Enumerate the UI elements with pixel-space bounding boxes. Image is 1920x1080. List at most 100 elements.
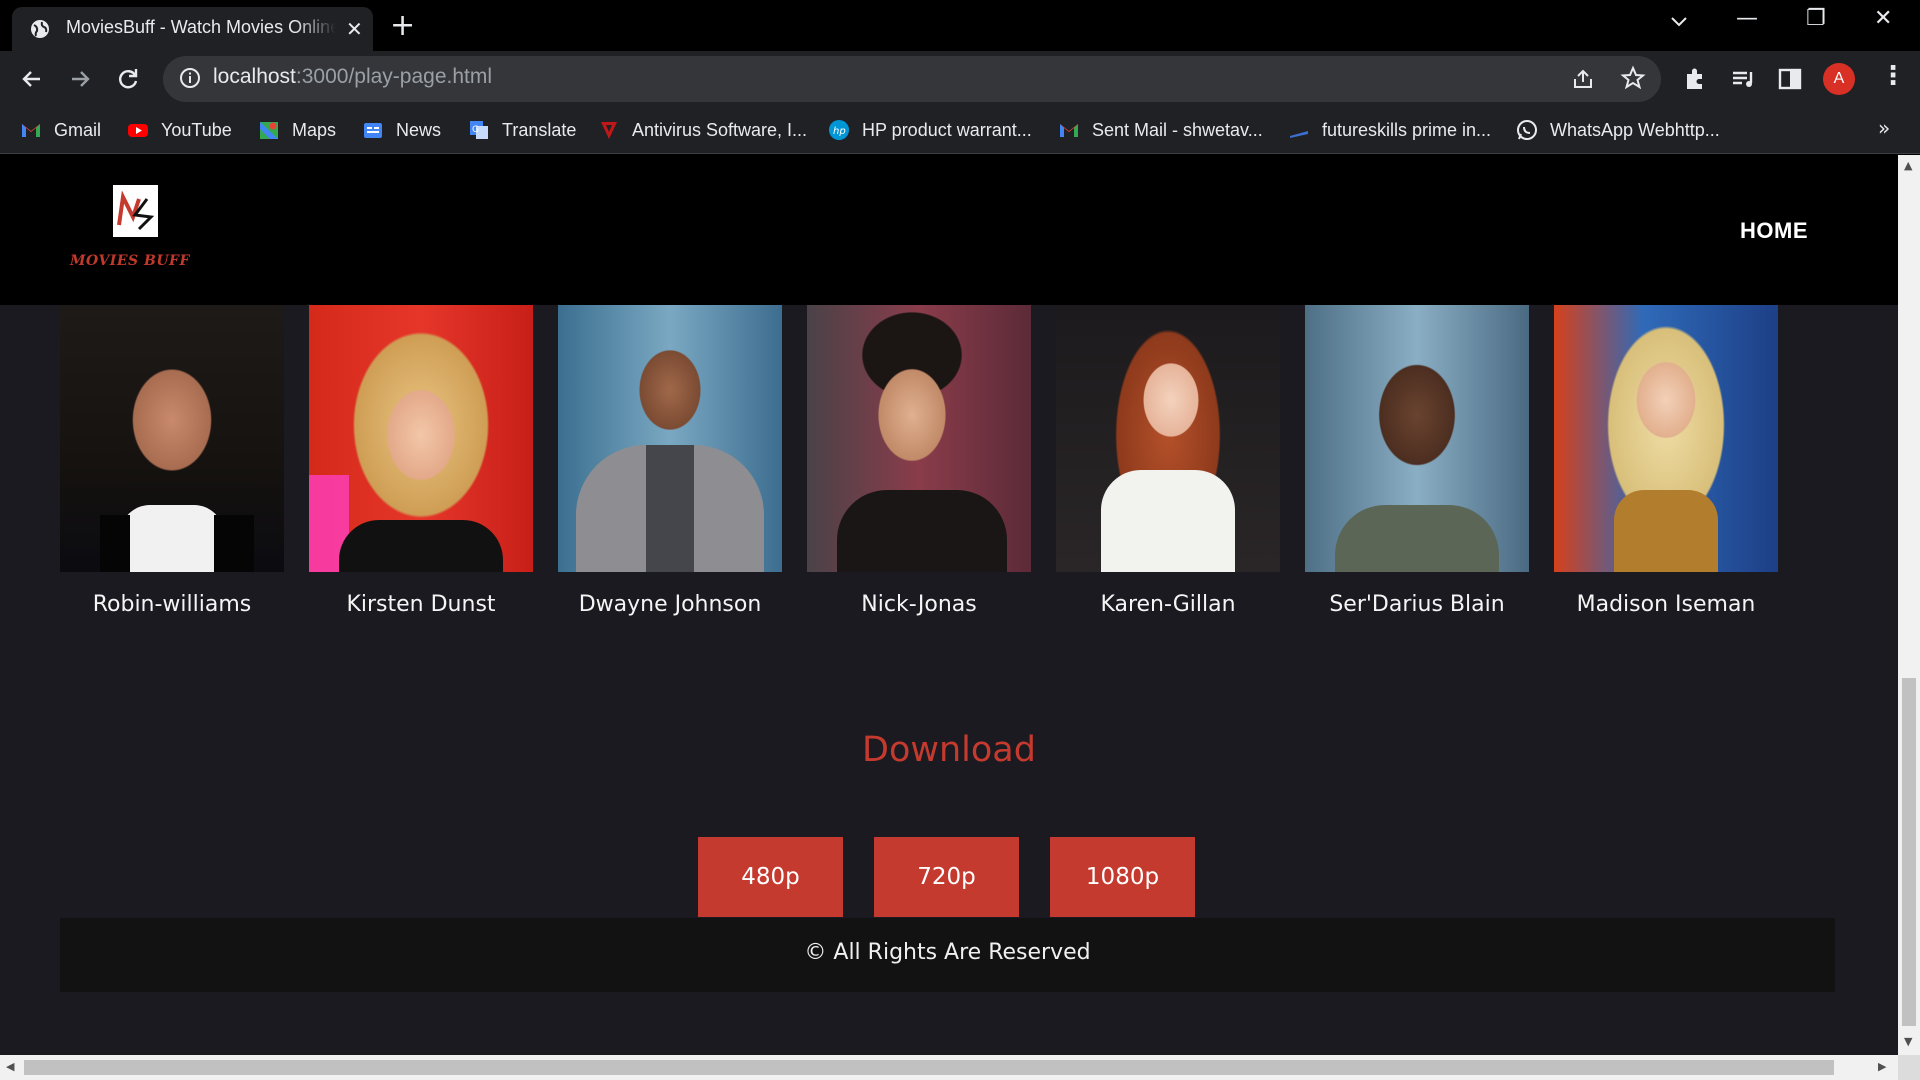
whatsapp-icon <box>1517 120 1537 140</box>
cast-card[interactable]: Dwayne Johnson <box>558 305 782 617</box>
bookmark-gmail[interactable]: Gmail <box>20 116 101 144</box>
cast-name: Robin-williams <box>92 592 252 617</box>
gmail-icon <box>22 124 40 137</box>
profile-avatar[interactable]: A <box>1823 63 1855 95</box>
site-header: MOVIES BUFF HOME <box>0 155 1898 305</box>
bookmark-hp[interactable]: hp HP product warrant... <box>828 116 1032 144</box>
cast-name: Dwayne Johnson <box>578 592 762 617</box>
browser-tab[interactable]: MoviesBuff - Watch Movies Online ✕ <box>12 7 373 51</box>
reload-icon[interactable] <box>114 65 142 93</box>
forward-arrow-icon[interactable] <box>66 65 94 93</box>
browser-menu-icon[interactable]: ⋮ <box>1880 61 1906 91</box>
logo-mark-icon <box>117 190 155 231</box>
bookmark-translate[interactable]: G Translate <box>468 116 576 144</box>
translate-icon: G <box>470 121 488 139</box>
tab-close-button[interactable]: ✕ <box>346 17 363 41</box>
horizontal-scrollbar[interactable]: ◀ ▶ <box>0 1055 1898 1080</box>
cast-photo <box>558 305 782 572</box>
hp-icon: hp <box>829 120 849 140</box>
cast-name: Karen-Gillan <box>1100 592 1236 617</box>
bookmark-label: Translate <box>502 119 577 140</box>
bookmarks-bar: Gmail YouTube Maps News G Translate Anti… <box>0 106 1920 154</box>
cast-name: Ser'Darius Blain <box>1329 592 1505 617</box>
download-1080p-button[interactable]: 1080p <box>1050 837 1195 917</box>
svg-text:G: G <box>472 125 479 135</box>
cast-photo <box>60 305 284 572</box>
cast-card[interactable]: Ser'Darius Blain <box>1305 305 1529 617</box>
site-logo[interactable]: MOVIES BUFF <box>68 185 203 285</box>
extensions-puzzle-icon[interactable] <box>1681 65 1709 93</box>
side-panel-icon[interactable] <box>1776 65 1804 93</box>
url-text: localhost:3000/play-page.html <box>213 65 492 89</box>
tab-search-chevron-icon[interactable] <box>1668 10 1690 32</box>
globe-icon <box>31 20 49 38</box>
vertical-scrollbar[interactable]: ▲ ▼ <box>1898 155 1920 1055</box>
bookmark-star-icon[interactable] <box>1620 65 1646 91</box>
bookmark-label: YouTube <box>161 119 232 140</box>
cast-card[interactable]: Nick-Jonas <box>807 305 1031 617</box>
site-footer: © All Rights Are Reserved <box>60 918 1835 992</box>
url-path: :3000/play-page.html <box>295 65 493 88</box>
new-tab-button[interactable]: + <box>390 8 415 43</box>
cast-card[interactable]: Robin-williams <box>60 305 284 617</box>
bookmark-label: News <box>396 119 442 140</box>
youtube-icon <box>128 124 148 137</box>
cast-card[interactable]: Madison Iseman <box>1554 305 1778 617</box>
horizontal-scroll-thumb[interactable] <box>24 1060 1834 1075</box>
logo-text: MOVIES BUFF <box>70 253 190 269</box>
cast-card[interactable]: Kirsten Dunst <box>309 305 533 617</box>
scroll-left-arrow-icon[interactable]: ◀ <box>6 1060 14 1073</box>
bookmark-label: Gmail <box>54 119 102 140</box>
bookmark-whatsapp[interactable]: WhatsApp Webhttp... <box>1516 116 1720 144</box>
nav-home-link[interactable]: HOME <box>1740 218 1808 244</box>
vertical-scroll-thumb[interactable] <box>1902 678 1916 1026</box>
bookmark-antivirus[interactable]: Antivirus Software, I... <box>598 116 807 144</box>
scroll-up-arrow-icon[interactable]: ▲ <box>1904 159 1912 172</box>
antivirus-icon <box>601 122 617 139</box>
bookmark-label: Antivirus Software, I... <box>632 119 808 140</box>
download-heading: Download <box>862 730 1036 770</box>
bookmark-futureskills[interactable]: futureskills prime in... <box>1288 116 1491 144</box>
tab-title: MoviesBuff - Watch Movies Online <box>66 17 336 37</box>
scrollbar-corner <box>1898 1055 1920 1080</box>
bookmark-news[interactable]: News <box>362 116 441 144</box>
news-icon <box>364 123 382 138</box>
scroll-down-arrow-icon[interactable]: ▼ <box>1904 1035 1912 1048</box>
media-queue-icon[interactable] <box>1729 65 1757 93</box>
bookmark-label: Sent Mail - shwetav... <box>1092 119 1263 140</box>
cast-photo <box>1305 305 1529 572</box>
url-host: localhost <box>213 65 296 88</box>
close-window-button[interactable]: ✕ <box>1874 6 1892 31</box>
cast-row: Robin-williams Kirsten Dunst Dwayne John… <box>0 305 1898 625</box>
bookmarks-overflow-button[interactable]: » <box>1878 116 1890 140</box>
cast-name: Nick-Jonas <box>861 592 977 617</box>
cast-name: Madison Iseman <box>1576 592 1756 617</box>
cast-photo <box>309 305 533 572</box>
footer-copyright: © All Rights Are Reserved <box>804 940 1091 965</box>
bookmark-youtube[interactable]: YouTube <box>127 116 232 144</box>
bookmark-maps[interactable]: Maps <box>258 116 336 144</box>
address-bar[interactable]: localhost:3000/play-page.html <box>163 56 1661 102</box>
restore-button[interactable]: ❐ <box>1806 6 1826 31</box>
logo-mark <box>113 185 158 237</box>
scroll-right-arrow-icon[interactable]: ▶ <box>1878 1060 1886 1073</box>
gmail-icon <box>1060 124 1078 137</box>
bookmark-label: WhatsApp Webhttp... <box>1550 119 1720 140</box>
svg-text:hp: hp <box>833 126 846 137</box>
cast-card[interactable]: Karen-Gillan <box>1056 305 1280 617</box>
cast-name: Kirsten Dunst <box>346 592 496 617</box>
bookmark-sent-mail[interactable]: Sent Mail - shwetav... <box>1058 116 1263 144</box>
site-info-icon[interactable] <box>179 67 201 89</box>
page-viewport: MOVIES BUFF HOME Robin-williams Kirsten … <box>0 155 1898 1055</box>
cast-photo <box>1554 305 1778 572</box>
download-720p-button[interactable]: 720p <box>874 837 1019 917</box>
bookmark-label: Maps <box>292 119 337 140</box>
cast-photo <box>807 305 1031 572</box>
back-arrow-icon[interactable] <box>18 65 46 93</box>
maps-icon <box>260 122 278 139</box>
tab-strip: MoviesBuff - Watch Movies Online ✕ + — ❐… <box>0 0 1920 51</box>
bookmark-label: HP product warrant... <box>862 119 1032 140</box>
minimize-button[interactable]: — <box>1736 6 1758 31</box>
download-480p-button[interactable]: 480p <box>698 837 843 917</box>
share-icon[interactable] <box>1571 67 1595 91</box>
